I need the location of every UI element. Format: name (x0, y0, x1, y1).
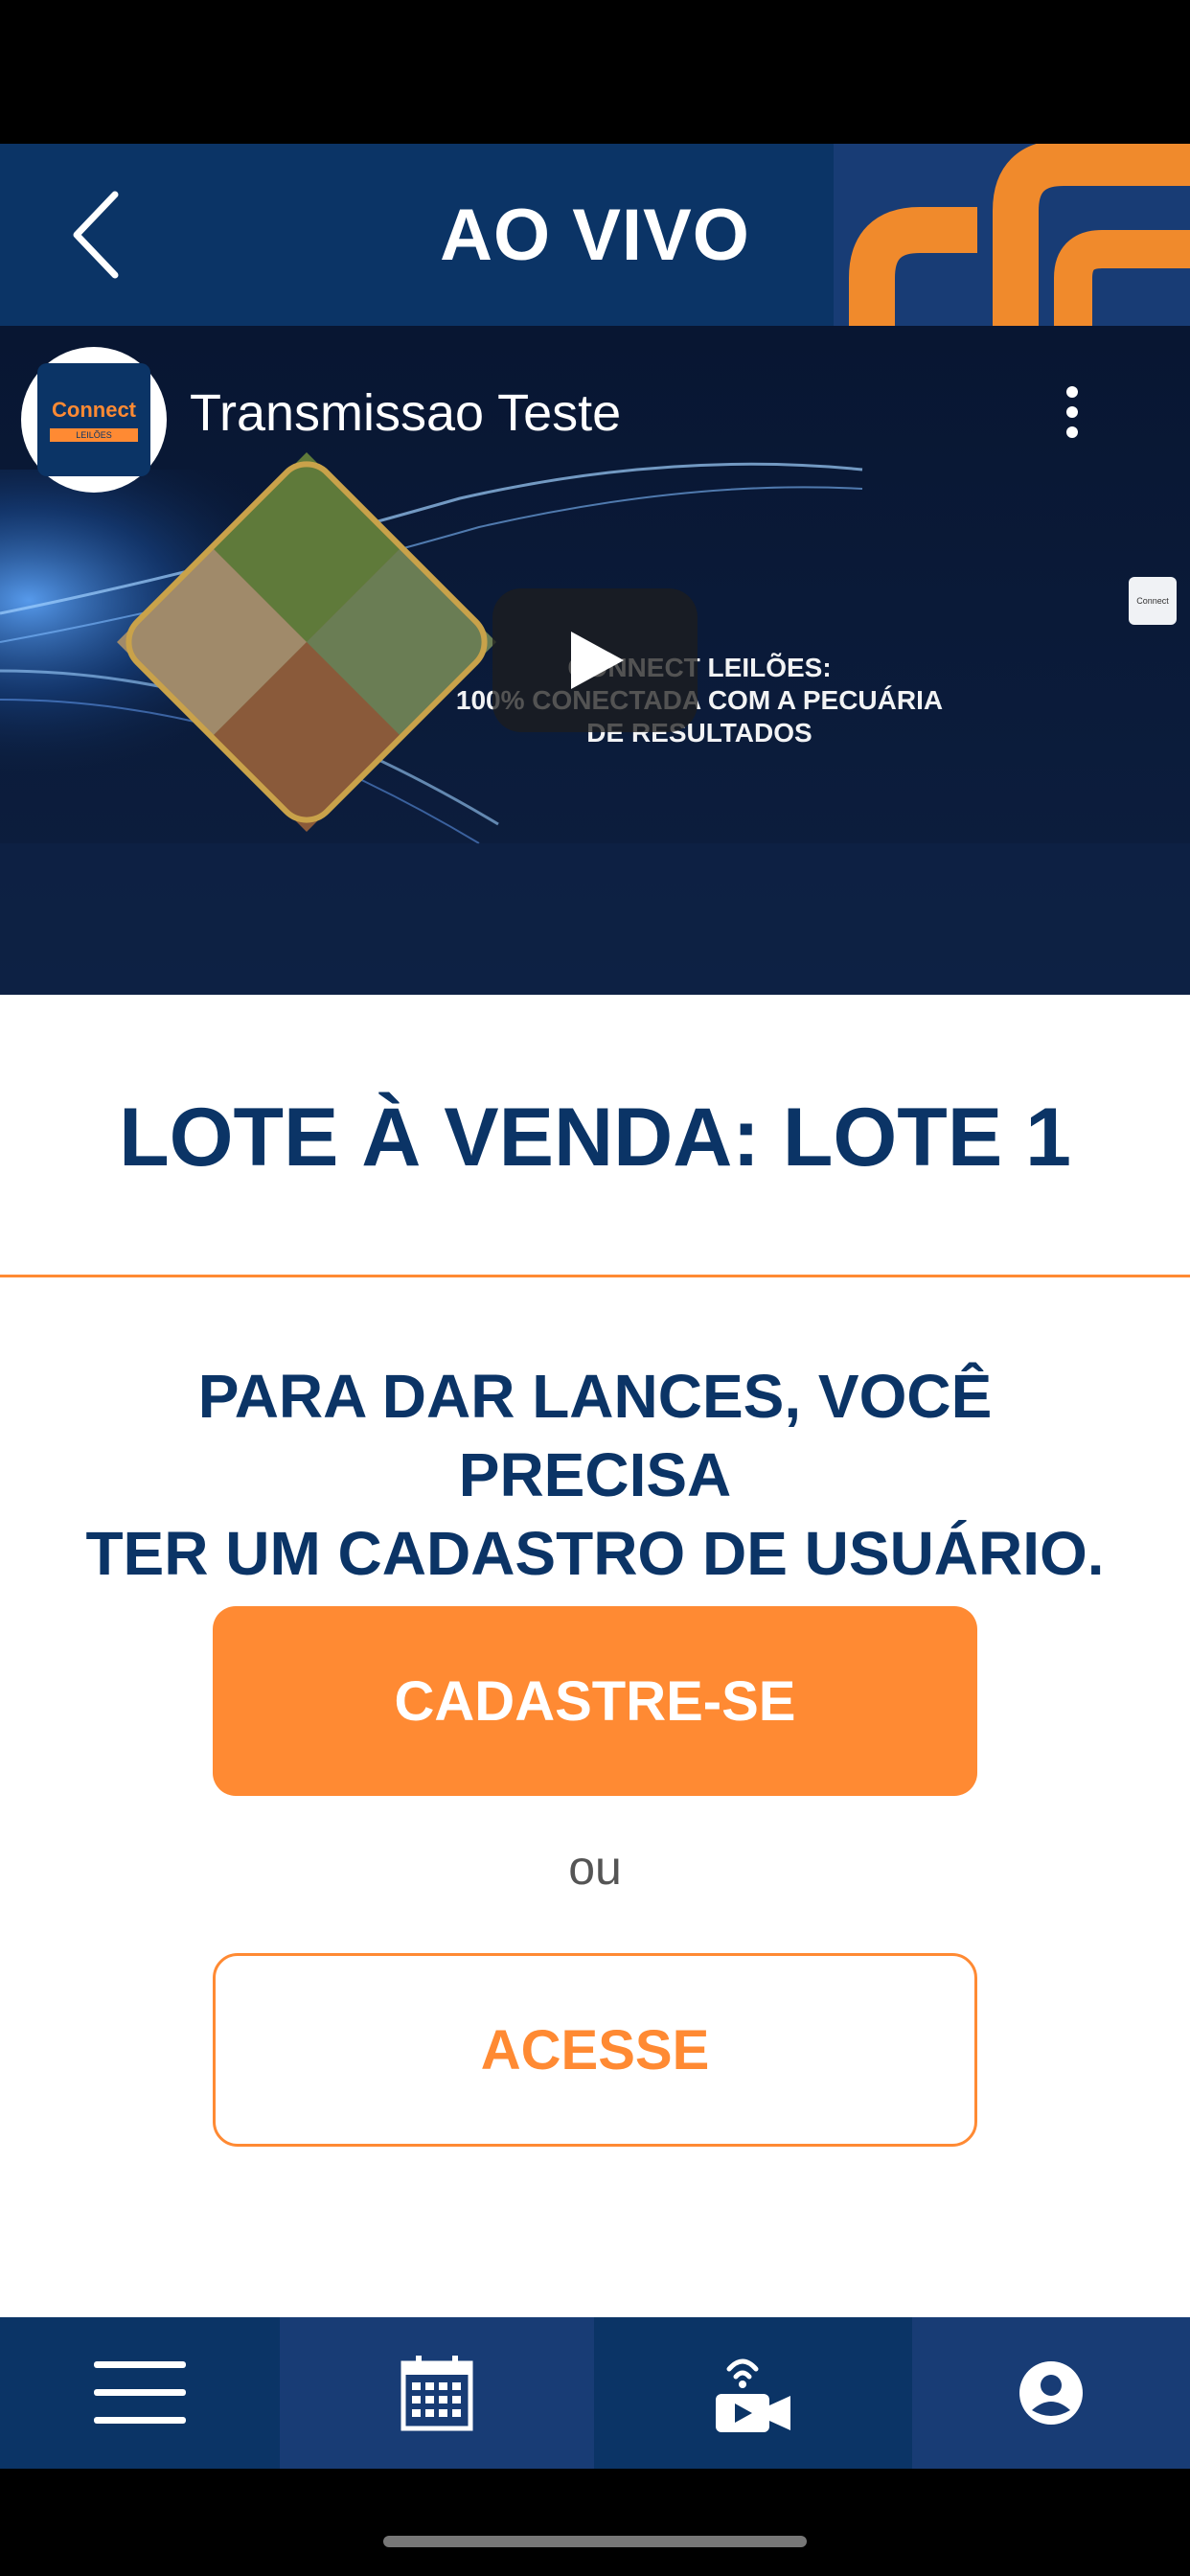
nav-menu[interactable] (0, 2317, 280, 2469)
menu-icon (94, 2361, 186, 2424)
play-button[interactable] (492, 588, 698, 732)
register-message: PARA DAR LANCES, VOCÊ PRECISA TER UM CAD… (57, 1357, 1133, 1593)
mini-logo: Connect (1129, 577, 1177, 625)
channel-avatar[interactable]: Connect LEILÕES (21, 347, 167, 493)
bottom-nav (0, 2317, 1190, 2469)
auction-panel: LOTE À VENDA: LOTE 1 PARA DAR LANCES, VO… (0, 995, 1190, 2317)
profile-icon (1019, 2361, 1083, 2425)
divider (0, 1275, 1190, 1277)
more-dot (1066, 406, 1078, 418)
status-bar (0, 0, 1190, 144)
channel-logo-text: Connect (52, 398, 136, 422)
video-title[interactable]: Transmissao Teste (190, 383, 621, 443)
more-dot (1066, 426, 1078, 438)
channel-logo-subtext: LEILÕES (50, 428, 138, 442)
app-header: AO VIVO (0, 144, 1190, 326)
register-message-line-1: PARA DAR LANCES, VOCÊ PRECISA (197, 1362, 993, 1509)
video-player[interactable]: Connect LEILÕES Transmissao Teste Connec… (0, 326, 1190, 995)
login-button[interactable]: ACESSE (213, 1953, 977, 2147)
register-message-line-2: TER UM CADASTRO DE USUÁRIO. (85, 1519, 1105, 1588)
nav-profile[interactable] (912, 2317, 1190, 2469)
home-indicator[interactable] (383, 2536, 807, 2547)
nav-live[interactable] (594, 2317, 912, 2469)
register-button[interactable]: CADASTRE-SE (213, 1606, 977, 1796)
play-icon (571, 632, 624, 689)
more-vert-icon (1066, 386, 1078, 398)
more-options-button[interactable] (1046, 364, 1098, 460)
page-title: AO VIVO (440, 194, 750, 276)
connect-logo: Connect LEILÕES (37, 363, 150, 476)
or-label: ou (568, 1841, 622, 1895)
lot-title: LOTE À VENDA: LOTE 1 (119, 1092, 1071, 1184)
calendar-icon (400, 2356, 473, 2431)
back-button[interactable] (48, 182, 144, 288)
nav-calendar[interactable] (280, 2317, 594, 2469)
system-home-area (0, 2469, 1190, 2576)
chevron-left-icon (73, 191, 119, 279)
live-camera-icon (716, 2358, 790, 2432)
